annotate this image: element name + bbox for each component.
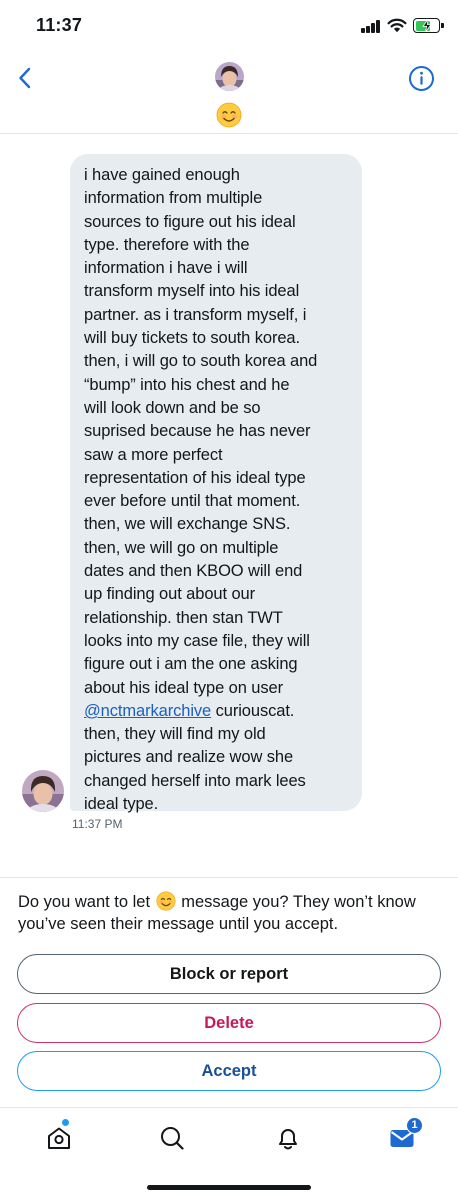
message-timestamp: 11:37 PM xyxy=(72,817,123,831)
message-line: “bump” into his chest and he xyxy=(84,375,290,394)
info-icon[interactable] xyxy=(408,65,435,92)
message-line: will buy tickets to south korea. xyxy=(84,329,300,348)
message-line: then, we will go on multiple xyxy=(84,538,279,557)
request-prompt-start: Do you want to let xyxy=(18,893,155,911)
mention-link[interactable]: @nctmarkarchive xyxy=(84,702,211,720)
messages-badge: 1 xyxy=(406,1117,423,1134)
mention-trailing-text: curiouscat. xyxy=(211,701,295,720)
message-line: saw a more perfect xyxy=(84,445,223,464)
message-line: dates and then KBOO will end xyxy=(84,562,303,581)
smiling-face-emoji-icon xyxy=(216,102,242,128)
message-line: changed herself into mark lees xyxy=(84,771,306,790)
conversation-header xyxy=(0,56,458,134)
message-line: suprised because he has never xyxy=(84,422,311,441)
message-line: transform myself into his ideal xyxy=(84,282,300,301)
charging-bolt-icon xyxy=(422,18,432,33)
message-line: up finding out about our xyxy=(84,585,255,604)
bell-icon[interactable] xyxy=(274,1124,302,1152)
message-line: ideal type. xyxy=(84,795,159,814)
block-or-report-button[interactable]: Block or report xyxy=(17,954,441,994)
message-lines-after: then, they will find my old pictures and … xyxy=(84,723,352,816)
message-line: type. therefore with the xyxy=(84,235,250,254)
home-notification-dot xyxy=(62,1119,69,1126)
message-lines: i have gained enough information from mul… xyxy=(84,164,352,700)
message-line: looks into my case file, they will xyxy=(84,631,310,650)
message-request-panel: Do you want to let message you? They won… xyxy=(0,877,458,1105)
message-bubble[interactable]: i have gained enough information from mul… xyxy=(70,154,362,813)
message-line: figure out i am the one asking xyxy=(84,655,298,674)
message-line: then, we will exchange SNS. xyxy=(84,515,291,534)
sender-avatar[interactable] xyxy=(22,770,64,812)
request-prompt: Do you want to let message you? They won… xyxy=(18,891,446,935)
message-text: i have gained enough information from mul… xyxy=(84,164,352,816)
cellular-signal-icon xyxy=(361,20,381,33)
smiling-face-emoji-icon xyxy=(156,891,176,911)
search-icon[interactable] xyxy=(158,1124,186,1152)
message-line: relationship. then stan TWT xyxy=(84,608,283,627)
message-line: representation of his ideal type xyxy=(84,468,306,487)
message-line: ever before until that moment. xyxy=(84,492,301,511)
delete-button[interactable]: Delete xyxy=(17,1003,441,1043)
message-line: about his ideal type on user xyxy=(84,678,284,697)
message-line: then, i will go to south korea and xyxy=(84,352,318,371)
back-chevron-icon[interactable] xyxy=(12,64,40,92)
accept-button[interactable]: Accept xyxy=(17,1051,441,1091)
status-bar: 11:37 xyxy=(0,0,458,56)
message-line: information i have i will xyxy=(84,259,248,278)
battery-nub xyxy=(441,23,444,28)
home-icon[interactable] xyxy=(45,1124,73,1152)
message-line: i have gained enough xyxy=(84,166,240,184)
message-line: will look down and be so xyxy=(84,398,261,417)
message-line: information from multiple xyxy=(84,189,263,208)
header-avatar[interactable] xyxy=(215,62,244,91)
message-line: partner. as i transform myself, i xyxy=(84,305,307,324)
wifi-icon xyxy=(387,18,407,33)
message-line: pictures and realize wow she xyxy=(84,748,294,767)
message-line: sources to figure out his ideal xyxy=(84,212,296,231)
message-line-mention: @nctmarkarchive curiouscat. xyxy=(84,700,352,723)
home-indicator xyxy=(147,1185,311,1190)
message-line: then, they will find my old xyxy=(84,725,266,744)
status-time: 11:37 xyxy=(36,15,83,35)
